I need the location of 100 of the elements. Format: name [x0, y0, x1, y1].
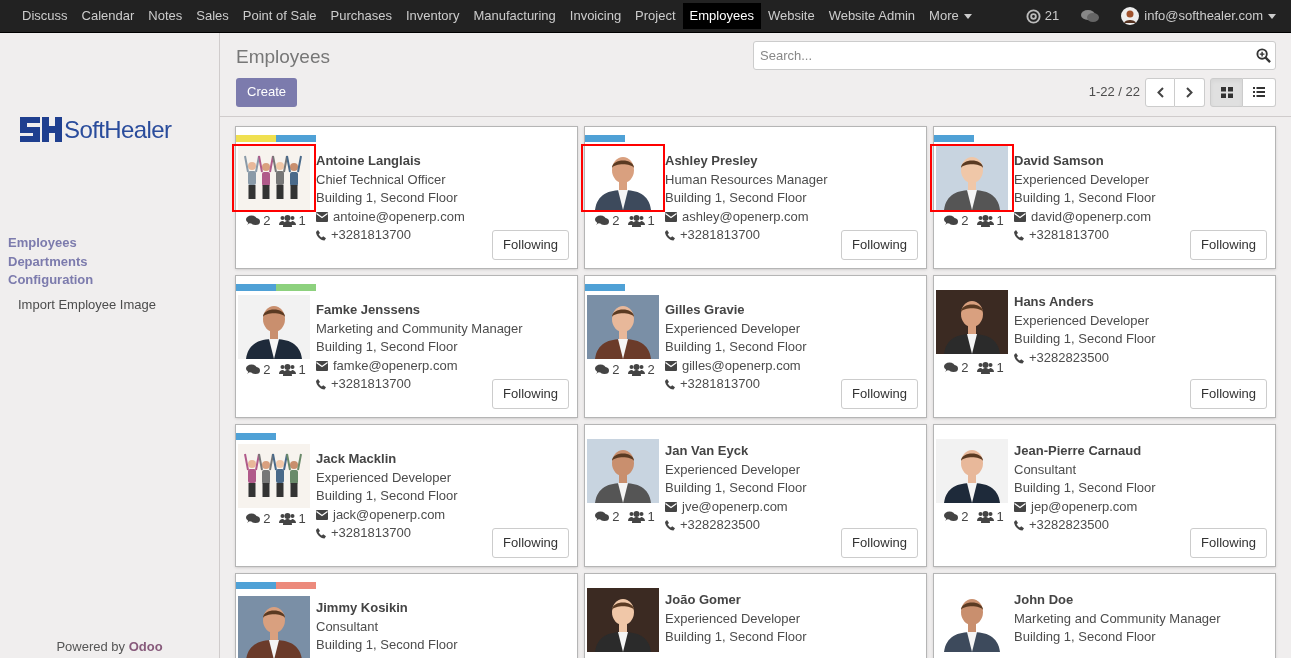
- following-button[interactable]: Following: [492, 528, 569, 558]
- previous-button[interactable]: [1145, 77, 1175, 107]
- envelope-icon: [665, 212, 677, 223]
- user-menu[interactable]: info@softhealer.com: [1144, 6, 1263, 26]
- next-button[interactable]: [1175, 77, 1205, 107]
- email-text: gilles@openerp.com: [682, 356, 801, 375]
- logo-text: SoftHealer: [64, 117, 172, 142]
- search-icon[interactable]: [1256, 48, 1271, 63]
- message-count: 2: [612, 212, 620, 230]
- kanban-view-button[interactable]: [1210, 77, 1243, 107]
- work-location: Building 1, Second Floor: [316, 338, 459, 357]
- menu-tab[interactable]: Sales: [189, 3, 236, 29]
- job-title: Marketing and Community Manager: [1014, 609, 1222, 628]
- employee-name: Hans Anders: [1014, 293, 1095, 311]
- job-title: Experienced Developer: [665, 319, 802, 338]
- employee-card[interactable]: 2 1 Antoine Langlais Chief Technical Officer Building 1, Second Floor antoine@openerp.com +3281813700 Following: [235, 126, 578, 269]
- following-button[interactable]: Following: [1190, 528, 1267, 558]
- comments-icon: [595, 364, 610, 376]
- following-button[interactable]: Following: [1190, 379, 1267, 409]
- phone-text: +3281813700: [1029, 226, 1109, 245]
- phone-icon: [665, 230, 675, 242]
- work-location: Building 1, Second Floor: [1014, 330, 1157, 349]
- menu-tab[interactable]: Purchases: [323, 3, 399, 29]
- following-button[interactable]: Following: [841, 379, 918, 409]
- following-button[interactable]: Following: [492, 230, 569, 260]
- list-view-button[interactable]: [1243, 77, 1276, 107]
- menu-tab[interactable]: Employees: [682, 3, 761, 29]
- message-count: 2: [263, 212, 271, 230]
- chevron-left-icon: [1156, 86, 1164, 98]
- employee-name: Ashley Presley: [665, 152, 759, 170]
- job-title: Experienced Developer: [665, 460, 802, 479]
- phone-icon: [1014, 230, 1024, 242]
- search-field[interactable]: Search...: [753, 41, 1276, 70]
- following-button[interactable]: Following: [1190, 230, 1267, 260]
- menu-tab[interactable]: Discuss: [15, 3, 75, 29]
- employee-name: Jean-Pierre Carnaud: [1014, 442, 1143, 460]
- phone-icon: [316, 230, 326, 242]
- employee-card[interactable]: 2 1 Jean-Pierre Carnaud Consultant Building 1, Second Floor jep@openerp.com +3282823500 Following: [933, 424, 1276, 567]
- employee-card[interactable]: 2 1 David Samson Experienced Developer Building 1, Second Floor david@openerp.com +3281813700 Following: [933, 126, 1276, 269]
- phone-text: +3282823500: [680, 516, 760, 535]
- comments-icon: [595, 215, 610, 227]
- follower-count: 1: [647, 508, 655, 526]
- envelope-icon: [665, 361, 677, 372]
- menu-tab[interactable]: Notes: [141, 3, 190, 29]
- caret-icon[interactable]: [1268, 13, 1276, 19]
- following-button[interactable]: Following: [492, 379, 569, 409]
- chevron-right-icon: [1186, 86, 1193, 98]
- avatar-icon: [1121, 7, 1140, 25]
- employee-card[interactable]: John Doe Marketing and Community Manager Building 1, Second Floor: [933, 573, 1276, 658]
- powered-by-text: Powered by Odoo: [55, 637, 164, 656]
- employee-card[interactable]: Jimmy Kosikin Consultant Building 1, Second Floor: [235, 573, 578, 658]
- employee-card[interactable]: 2 1 Famke Jenssens Marketing and Community Manager Building 1, Second Floor famke@openerp.com +3281813700 Following: [235, 275, 578, 418]
- email-text: jve@openerp.com: [682, 497, 788, 516]
- users-icon: [278, 214, 296, 227]
- menu-tab[interactable]: Calendar: [74, 3, 142, 29]
- phone-text: +3281813700: [331, 375, 411, 394]
- follower-count: 1: [996, 508, 1004, 526]
- employee-card[interactable]: 2 1 Jan Van Eyck Experienced Developer Building 1, Second Floor jve@openerp.com +3282823500 Following: [584, 424, 927, 567]
- job-title: Experienced Developer: [316, 468, 453, 487]
- logo-mark-icon: [20, 117, 62, 142]
- envelope-icon: [1014, 502, 1026, 513]
- employee-name: Jack Macklin: [316, 450, 398, 468]
- phone-icon: [1014, 520, 1024, 532]
- following-button[interactable]: Following: [841, 528, 918, 558]
- comments-icon: [944, 215, 959, 227]
- employee-card[interactable]: 2 1 Jack Macklin Experienced Developer Building 1, Second Floor jack@openerp.com +3281813700 Following: [235, 424, 578, 567]
- menu-tab[interactable]: Invoicing: [562, 3, 629, 29]
- menu-tab[interactable]: Point of Sale: [235, 3, 324, 29]
- employee-card[interactable]: 2 1 Hans Anders Experienced Developer Building 1, Second Floor +3282823500 Following: [933, 275, 1276, 418]
- comments-icon: [595, 511, 610, 523]
- employee-card[interactable]: 2 1 Ashley Presley Human Resources Manager Building 1, Second Floor ashley@openerp.com +3281813700 Following: [584, 126, 927, 269]
- envelope-icon: [316, 212, 328, 223]
- menu-tab[interactable]: Inventory: [398, 3, 467, 29]
- job-title: Experienced Developer: [1014, 311, 1151, 330]
- message-count: 2: [961, 508, 969, 526]
- menu-tab[interactable]: Website Admin: [821, 3, 923, 29]
- work-location: Building 1, Second Floor: [316, 636, 459, 655]
- employee-name: João Gomer: [665, 591, 742, 609]
- following-button[interactable]: Following: [841, 230, 918, 260]
- users-icon: [976, 214, 994, 227]
- work-location: Building 1, Second Floor: [316, 189, 459, 208]
- chat-icon[interactable]: [1081, 9, 1100, 23]
- employee-card[interactable]: 2 2 Gilles Gravie Experienced Developer Building 1, Second Floor gilles@openerp.com +3281813700 Following: [584, 275, 927, 418]
- message-count: 2: [612, 361, 620, 379]
- follower-count: 1: [298, 212, 306, 230]
- create-button[interactable]: Create: [236, 77, 298, 107]
- job-title: Chief Technical Officer: [316, 170, 447, 189]
- email-text: famke@openerp.com: [333, 356, 458, 375]
- menu-tab[interactable]: Manufacturing: [466, 3, 563, 29]
- menu-tab[interactable]: More: [922, 3, 979, 29]
- message-count: 2: [263, 510, 271, 528]
- job-title: Experienced Developer: [665, 609, 802, 628]
- caret-icon: [963, 13, 972, 19]
- job-title: Marketing and Community Manager: [316, 319, 524, 338]
- menu-link[interactable]: Import Employee Image: [8, 294, 219, 314]
- users-icon: [627, 363, 645, 376]
- menu-tab[interactable]: Website: [760, 3, 822, 29]
- page-title: Employees: [235, 45, 330, 69]
- menu-tab[interactable]: Project: [628, 3, 683, 29]
- employee-card[interactable]: João Gomer Experienced Developer Building 1, Second Floor: [584, 573, 927, 658]
